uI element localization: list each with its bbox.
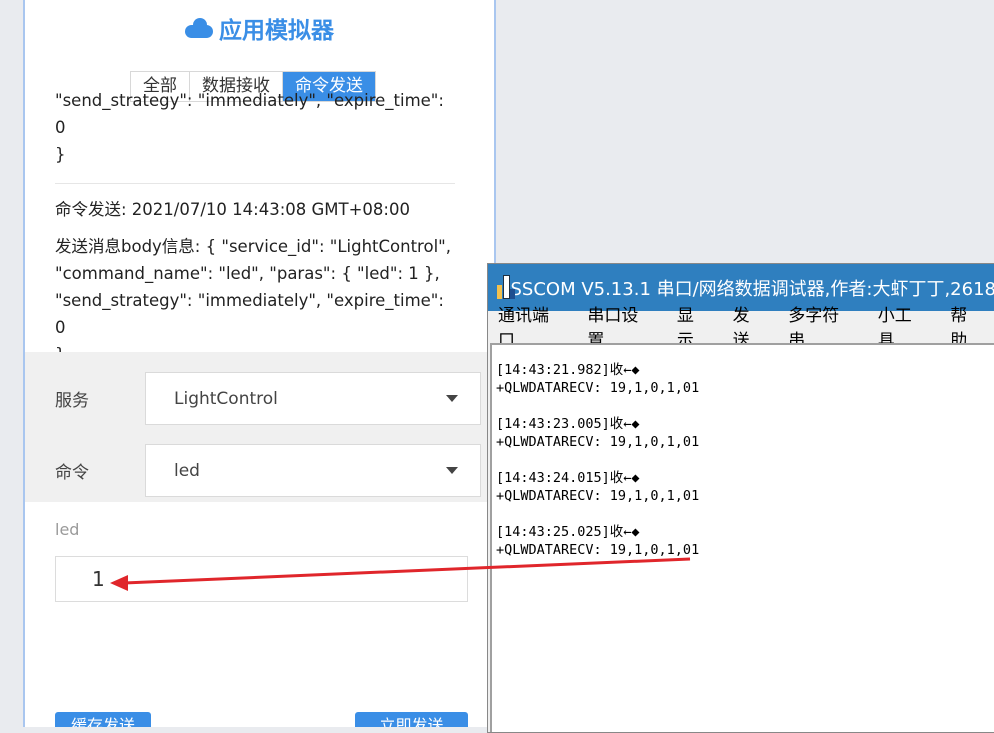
chevron-down-icon <box>446 395 458 402</box>
terminal-entry: [14:43:24.015]收←◆ +QLWDATARECV: 19,1,0,1,… <box>496 469 994 505</box>
app-simulator-panel: 应用模拟器 全部 数据接收 命令发送 "send_strategy": "imm… <box>23 0 496 727</box>
service-row: 服务 LightControl <box>55 372 481 425</box>
terminal-timestamp: [14:43:21.982]收←◆ <box>496 362 640 378</box>
terminal-entry: [14:43:25.025]收←◆ +QLWDATARECV: 19,1,0,1,… <box>496 523 994 559</box>
log-divider <box>55 183 455 184</box>
command-row: 命令 led <box>55 444 481 497</box>
terminal-entry: [14:43:23.005]收←◆ +QLWDATARECV: 19,1,0,1,… <box>496 415 994 451</box>
sscom-app-icon <box>496 274 515 301</box>
cache-send-button[interactable]: 缓存发送 <box>55 712 151 727</box>
log-body-line: "command_name": "led", "paras": { "led":… <box>55 264 440 283</box>
terminal-timestamp: [14:43:24.015]收←◆ <box>496 470 640 486</box>
terminal-data: +QLWDATARECV: 19,1,0,1,01 <box>496 488 700 504</box>
sscom-window: SSCOM V5.13.1 串口/网络数据调试器,作者:大虾丁丁,2618 通讯… <box>487 263 994 733</box>
log-body-line: "send_strategy": "immediately", "expire_… <box>55 291 444 337</box>
terminal-data: +QLWDATARECV: 19,1,0,1,01 <box>496 380 700 396</box>
service-select-value: LightControl <box>174 388 278 409</box>
log-cut-line: "send_strategy": "immediately", "expire_… <box>55 91 444 137</box>
log-body-line: 发送消息body信息: { "service_id": "LightContro… <box>55 237 451 256</box>
app-title-text: 应用模拟器 <box>219 18 334 44</box>
message-log: "send_strategy": "immediately", "expire_… <box>55 91 455 368</box>
command-label: 命令 <box>55 463 89 483</box>
app-title: 应用模拟器 <box>185 12 334 44</box>
param-label: led <box>55 520 80 539</box>
terminal-data: +QLWDATARECV: 19,1,0,1,01 <box>496 542 700 558</box>
terminal-data: +QLWDATARECV: 19,1,0,1,01 <box>496 434 700 450</box>
service-label: 服务 <box>55 391 89 411</box>
led-value-input[interactable]: 1 <box>55 556 468 602</box>
terminal-timestamp: [14:43:23.005]收←◆ <box>496 416 640 432</box>
send-now-button[interactable]: 立即发送 <box>355 712 468 727</box>
command-select-value: led <box>174 460 200 481</box>
cloud-icon <box>185 18 213 38</box>
command-select[interactable]: led <box>145 444 481 497</box>
log-cut-close: } <box>55 145 66 164</box>
chevron-down-icon <box>446 467 458 474</box>
receive-terminal[interactable]: [14:43:21.982]收←◆ +QLWDATARECV: 19,1,0,1,… <box>490 343 994 732</box>
sscom-title: SSCOM V5.13.1 串口/网络数据调试器,作者:大虾丁丁,2618 <box>510 278 994 300</box>
command-form: 服务 LightControl 命令 led <box>25 352 494 502</box>
service-select[interactable]: LightControl <box>145 372 481 425</box>
log-entry-header: 命令发送: 2021/07/10 14:43:08 GMT+08:00 <box>55 200 410 219</box>
sscom-menubar: 通讯端口 串口设置 显示 发送 多字符串 小工具 帮助 <box>488 306 994 351</box>
terminal-timestamp: [14:43:25.025]收←◆ <box>496 524 640 540</box>
terminal-entry: [14:43:21.982]收←◆ +QLWDATARECV: 19,1,0,1,… <box>496 361 994 397</box>
